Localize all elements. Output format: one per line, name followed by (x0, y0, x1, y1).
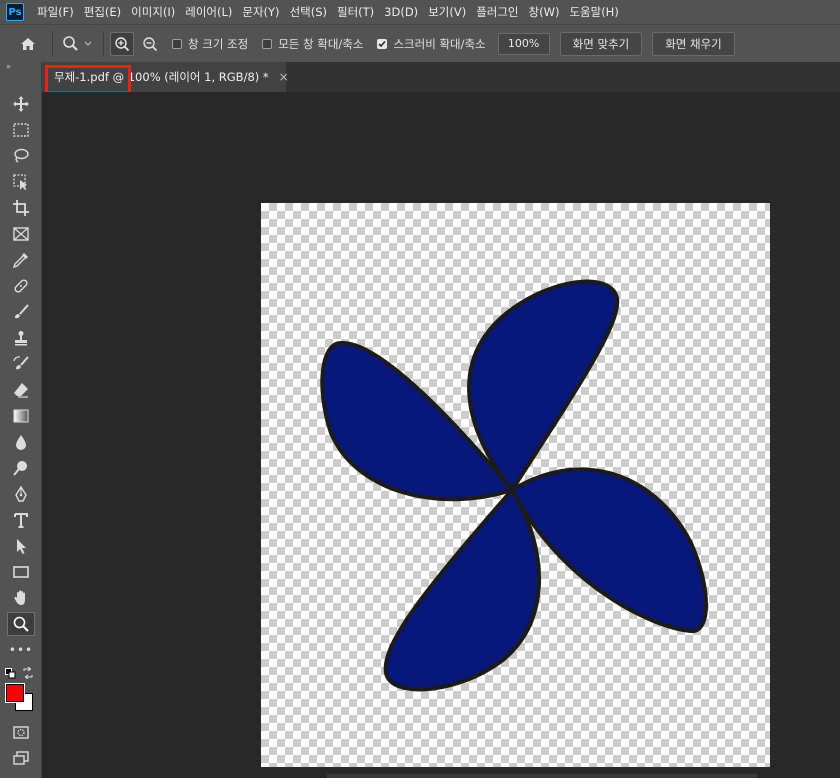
screen-mode-icon[interactable] (7, 746, 35, 770)
zoom-in-icon[interactable] (110, 31, 134, 56)
blur-tool-icon[interactable] (7, 430, 35, 454)
scrubby-zoom-label: 스크러비 확대/축소 (393, 36, 486, 51)
pinwheel-center (508, 486, 516, 494)
menu-filter[interactable]: 필터(T) (332, 4, 379, 20)
menu-bar: Ps 파일(F) 편집(E) 이미지(I) 레이어(L) 문자(Y) 선택(S)… (0, 0, 840, 24)
menu-help[interactable]: 도움말(H) (564, 4, 623, 20)
document-tab-title[interactable]: 무제-1.pdf @ 100% (레이어 1, RGB/8) * (54, 69, 269, 85)
resize-windows-checkbox[interactable] (172, 38, 182, 49)
zoom-all-windows-label: 모든 창 확대/축소 (278, 36, 364, 51)
eyedropper-tool-icon[interactable] (7, 248, 35, 272)
checkmark-icon (378, 40, 387, 47)
frame-tool-icon[interactable] (7, 222, 35, 246)
document-canvas[interactable] (261, 203, 770, 767)
canvas-area[interactable] (42, 92, 840, 778)
healing-brush-icon[interactable] (7, 274, 35, 298)
menu-image[interactable]: 이미지(I) (126, 4, 180, 20)
marquee-tool-icon[interactable] (7, 118, 35, 142)
options-divider (103, 30, 104, 57)
path-select-icon[interactable] (7, 534, 35, 558)
type-tool-icon[interactable] (7, 508, 35, 532)
zoom-all-windows-checkbox[interactable] (262, 38, 273, 49)
horizontal-scrollbar[interactable] (327, 774, 757, 778)
document-tab-bar: 무제-1.pdf @ 100% (레이어 1, RGB/8) * × (42, 62, 840, 94)
document-tab[interactable]: 무제-1.pdf @ 100% (레이어 1, RGB/8) * × (42, 62, 289, 92)
close-icon[interactable]: × (279, 70, 289, 84)
brush-tool-icon[interactable] (7, 300, 35, 324)
fill-screen-button[interactable]: 화면 채우기 (652, 31, 735, 56)
object-select-tool-icon[interactable] (7, 170, 35, 194)
menu-view[interactable]: 보기(V) (423, 4, 471, 20)
foreground-color-swatch[interactable] (6, 684, 24, 702)
resize-windows-label: 창 크기 조정 (188, 36, 249, 51)
dodge-tool-icon[interactable] (7, 456, 35, 480)
zoom-all-windows-option[interactable]: 모든 창 확대/축소 (262, 36, 363, 52)
rectangle-tool-icon[interactable] (7, 560, 35, 584)
pinwheel-artwork (320, 279, 708, 692)
quick-mask-icon[interactable] (7, 720, 35, 744)
menu-layer[interactable]: 레이어(L) (180, 4, 237, 20)
zoom-tool-icon (63, 35, 92, 51)
menu-type[interactable]: 문자(Y) (237, 4, 284, 20)
tools-panel: » ••• (0, 62, 42, 778)
pinwheel-blade-right (510, 467, 708, 633)
clone-stamp-icon[interactable] (7, 326, 35, 350)
fit-screen-button[interactable]: 화면 맞추기 (559, 31, 643, 56)
move-tool-icon[interactable] (7, 92, 35, 116)
history-brush-icon[interactable] (7, 352, 35, 376)
options-bar: 창 크기 조정 모든 창 확대/축소 스크러비 확대/축소 100% 화면 맞추… (0, 24, 840, 62)
eraser-tool-icon[interactable] (7, 378, 35, 402)
zoom-tool-icon[interactable] (7, 612, 35, 636)
lasso-tool-icon[interactable] (7, 144, 35, 168)
crop-tool-icon[interactable] (7, 196, 35, 220)
menu-window[interactable]: 창(W) (524, 4, 565, 20)
menu-select[interactable]: 선택(S) (285, 4, 332, 20)
panel-collapse-icon[interactable]: » (0, 62, 42, 72)
gradient-tool-icon[interactable] (7, 404, 35, 428)
more-tools-icon[interactable]: ••• (7, 638, 35, 662)
home-icon[interactable] (16, 32, 40, 56)
default-colors-icon[interactable] (5, 668, 16, 679)
scrubby-zoom-option[interactable]: 스크러비 확대/축소 (377, 36, 486, 52)
scrubby-zoom-checkbox[interactable] (377, 38, 388, 49)
resize-windows-option[interactable]: 창 크기 조정 (172, 36, 248, 52)
pen-tool-icon[interactable] (7, 482, 35, 506)
menu-edit[interactable]: 편집(E) (79, 4, 126, 20)
pinwheel-blade-top (467, 279, 620, 492)
zoom-out-icon[interactable] (138, 32, 162, 56)
pinwheel-blade-bottom (383, 488, 541, 692)
photoshop-logo-icon: Ps (6, 3, 24, 21)
swap-colors-icon[interactable] (22, 666, 34, 680)
menu-plugins[interactable]: 플러그인 (471, 4, 523, 20)
menu-file[interactable]: 파일(F) (32, 4, 79, 20)
zoom-preset-dropdown[interactable] (59, 32, 97, 56)
options-divider (52, 30, 53, 57)
hand-tool-icon[interactable] (7, 586, 35, 610)
menu-3d[interactable]: 3D(D) (379, 5, 423, 19)
zoom-level-field[interactable]: 100% (497, 32, 550, 55)
